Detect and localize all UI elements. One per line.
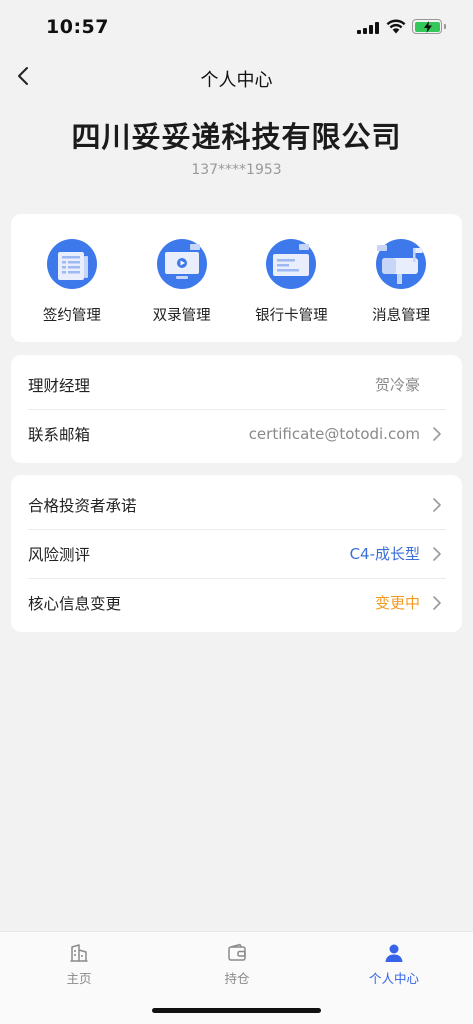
- mailbox-icon: [376, 239, 427, 289]
- quick-action-label: 双录管理: [152, 308, 211, 324]
- bank-card-icon: [266, 239, 317, 289]
- tab-label: 个人中心: [368, 971, 419, 986]
- battery-icon: [412, 19, 446, 34]
- wifi-icon: [386, 19, 406, 34]
- chevron-right-icon: [433, 426, 441, 441]
- row-label: 理财经理: [28, 376, 91, 395]
- page-title: 个人中心: [200, 70, 273, 91]
- row-risk-assessment[interactable]: 风险测评 C4-成长型: [11, 529, 462, 578]
- tab-label: 持仓: [224, 971, 250, 986]
- row-value: certificate@totodi.com: [248, 424, 420, 443]
- status-bar: 10:57: [0, 0, 473, 54]
- tab-home[interactable]: 主页: [0, 932, 158, 992]
- row-label: 联系邮箱: [28, 425, 91, 444]
- quick-action-label: 银行卡管理: [255, 308, 328, 324]
- video-record-icon: [156, 239, 207, 289]
- person-icon: [385, 944, 403, 962]
- row-label: 核心信息变更: [28, 594, 122, 613]
- quick-action-bank-card[interactable]: 银行卡管理: [237, 214, 345, 342]
- status-time: 10:57: [46, 16, 109, 38]
- chevron-right-icon: [433, 497, 441, 512]
- tab-personal-center[interactable]: 个人中心: [315, 932, 473, 992]
- quick-action-label: 签约管理: [42, 308, 101, 324]
- quick-action-label: 消息管理: [372, 308, 431, 324]
- row-financial-manager: 理财经理 贺冷豪: [11, 360, 462, 409]
- row-value: 贺冷豪: [374, 376, 420, 394]
- company-name: 四川妥妥递科技有限公司: [71, 120, 402, 154]
- tab-holdings[interactable]: 持仓: [158, 932, 316, 992]
- row-label: 风险测评: [28, 545, 91, 564]
- phone-number: 137****1953: [191, 162, 282, 178]
- row-qualified-investor[interactable]: 合格投资者承诺: [11, 480, 462, 529]
- quick-action-contract[interactable]: 签约管理: [18, 214, 126, 342]
- contract-doc-icon: [46, 239, 97, 289]
- tab-label: 主页: [66, 971, 92, 986]
- quick-action-messages[interactable]: 消息管理: [347, 214, 455, 342]
- manager-card: 理财经理 贺冷豪 联系邮箱 certificate@totodi.com: [11, 355, 462, 463]
- nav-bar: 个人中心: [0, 54, 473, 100]
- cellular-signal-icon: [357, 22, 379, 34]
- risk-level-value: C4-成长型: [349, 545, 420, 563]
- building-icon: [70, 944, 88, 962]
- chevron-right-icon: [433, 595, 441, 610]
- status-badge: 变更中: [374, 594, 420, 612]
- chevron-right-icon: [433, 546, 441, 561]
- quick-action-dual-record[interactable]: 双录管理: [128, 214, 236, 342]
- row-label: 合格投资者承诺: [28, 496, 137, 515]
- row-contact-email[interactable]: 联系邮箱 certificate@totodi.com: [11, 409, 462, 458]
- home-indicator: [152, 1008, 321, 1013]
- investor-card: 合格投资者承诺 风险测评 C4-成长型 核心信息变更 变更中: [11, 475, 462, 632]
- quick-actions-card: 签约管理 双录管理 银行卡管理 消息管理: [11, 214, 462, 342]
- wallet-icon: [228, 943, 246, 961]
- row-core-info-change[interactable]: 核心信息变更 变更中: [11, 578, 462, 627]
